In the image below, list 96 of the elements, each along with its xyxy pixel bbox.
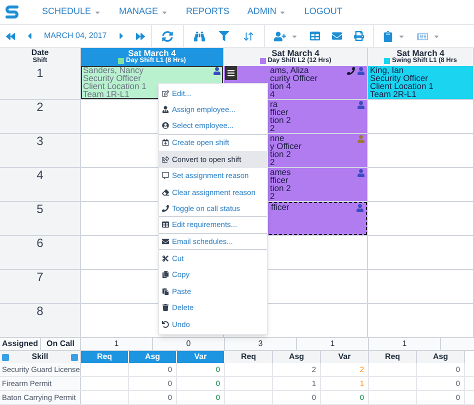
row-number: 6: [36, 237, 44, 252]
skill-column-header: Req: [225, 351, 273, 363]
refresh-icon[interactable]: [162, 30, 173, 42]
table-icon: [162, 221, 169, 228]
card-line: Team 2R-L1: [370, 90, 416, 98]
row-number: 7: [36, 271, 44, 286]
nav-menu-item[interactable]: MANAGE: [119, 5, 168, 19]
table-icon[interactable]: [310, 31, 320, 41]
filter-icon[interactable]: [218, 31, 229, 41]
eraser-icon: [162, 188, 169, 196]
share-icon: [162, 156, 169, 163]
date-label[interactable]: MARCH 04, 2017: [44, 30, 107, 42]
skill-column-header: Asg: [129, 351, 177, 363]
count-cell: 0: [153, 338, 225, 350]
next-icon[interactable]: [116, 31, 126, 41]
day-label: Sat March 4: [128, 49, 176, 57]
assigned-label: Assigned: [0, 338, 41, 350]
sort-icon[interactable]: [242, 30, 254, 42]
card-line: 4: [270, 90, 275, 98]
first-icon[interactable]: [6, 32, 15, 40]
card-line: Security Officer: [370, 74, 429, 82]
skill-column-header: Req: [369, 351, 417, 363]
card-line: Sanders, Nancy: [83, 66, 144, 74]
add-person-icon[interactable]: [274, 30, 286, 42]
menu-button[interactable]: [225, 66, 237, 80]
collapse-icon[interactable]: [2, 354, 9, 360]
count-cell: 1: [297, 338, 369, 350]
person-icon: [162, 106, 169, 114]
envelope-icon[interactable]: [332, 31, 342, 41]
count-cell: 1: [369, 338, 441, 350]
caret-icon: [432, 32, 440, 40]
count-cell: 3: [225, 338, 297, 350]
undo-icon: [162, 320, 169, 328]
document-icon[interactable]: [416, 30, 428, 42]
card-line: ames: [270, 168, 291, 176]
shift-card[interactable]: King, Ian Security Officer Client Location 1 Team 2R-L1: [368, 66, 473, 99]
row-number: 2: [36, 101, 44, 116]
card-line: ra: [270, 100, 278, 108]
card-line: King, Ian: [370, 66, 404, 74]
calendar-plus-icon: [162, 139, 169, 146]
nav-menu-item[interactable]: REPORTS: [186, 5, 230, 19]
nav-menu-item[interactable]: SCHEDULE: [42, 5, 102, 19]
card-line: 2: [270, 124, 275, 132]
card-line: fficer: [271, 203, 290, 211]
card-line: Client Location 1: [370, 82, 434, 90]
skill-heading: Skill: [32, 351, 48, 363]
skill-column-header: Req: [81, 351, 129, 363]
date-heading: Date: [31, 49, 49, 57]
card-line: tion 4: [270, 82, 292, 90]
expand-icon[interactable]: [70, 354, 78, 360]
edit-icon: [162, 90, 169, 97]
on-call-label: On Call: [41, 338, 81, 350]
binoculars-icon[interactable]: [194, 30, 205, 42]
row-number: 4: [36, 169, 44, 184]
card-line: tion 2: [270, 184, 291, 192]
row-number: 8: [36, 305, 44, 320]
phone-icon: [162, 204, 169, 212]
day-label: Sat March 4: [396, 49, 444, 57]
row-number: 3: [36, 135, 44, 150]
nav-menu-item[interactable]: LOGOUT: [304, 5, 342, 19]
trash-icon: [162, 304, 169, 312]
scissors-icon: [162, 254, 169, 262]
card-line: ams, Aliza: [270, 66, 309, 74]
card-line: Client Location 1: [83, 82, 146, 90]
card-line: Team 1R-L1: [83, 90, 130, 98]
previous-icon[interactable]: [25, 31, 34, 41]
day-label: Sat March 4: [272, 49, 320, 57]
envelope-icon: [162, 238, 169, 245]
clipboard-icon[interactable]: [382, 30, 393, 42]
caret-icon: [290, 32, 298, 40]
printer-icon[interactable]: [354, 31, 364, 41]
comment-icon: [162, 172, 169, 180]
paste-icon: [162, 288, 169, 295]
card-line: fficer: [270, 176, 288, 184]
card-line: 2: [270, 192, 275, 200]
skill-column-header: Asg: [273, 351, 321, 363]
logo-icon[interactable]: [4, 4, 20, 20]
caret-icon: [398, 32, 405, 40]
card-line: 2: [270, 158, 275, 166]
skill-column-header: Asg: [417, 351, 465, 363]
row-number: 1: [36, 67, 44, 82]
card-line: y Officer: [270, 142, 302, 150]
menu-icon: [227, 69, 235, 77]
copy-icon: [162, 271, 169, 278]
last-icon[interactable]: [136, 32, 145, 40]
card-line: Security Officer: [83, 74, 141, 82]
card-line: fficer: [270, 108, 290, 116]
card-line: curity Officer: [270, 74, 318, 82]
nav-menu-item[interactable]: ADMIN: [247, 5, 286, 19]
count-cell: 1: [81, 338, 153, 350]
card-line: tion 2: [270, 116, 291, 124]
skill-column-header: Var: [177, 351, 225, 363]
row-number: 5: [36, 203, 44, 218]
card-line: tion 2: [270, 150, 291, 158]
skill-column-header: Var: [321, 351, 369, 363]
card-line: nne: [270, 134, 284, 142]
